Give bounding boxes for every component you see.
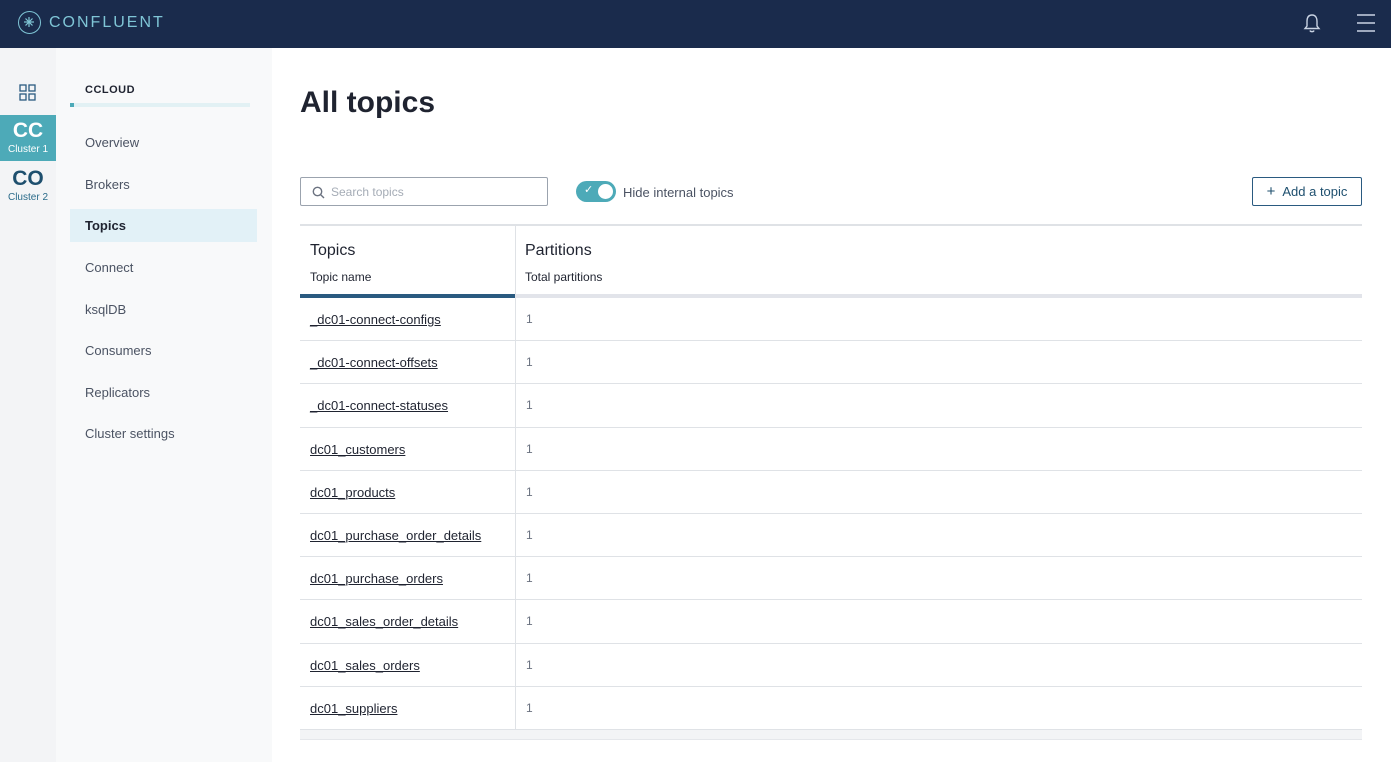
table-row[interactable]: dc01_products 1 xyxy=(300,471,1362,514)
column-subtitle: Topic name xyxy=(310,270,372,284)
page-title: All topics xyxy=(300,86,436,119)
topic-link[interactable]: dc01_purchase_orders xyxy=(310,571,443,586)
table-row[interactable]: _dc01-connect-statuses 1 xyxy=(300,384,1362,428)
hamburger-menu-icon[interactable] xyxy=(1356,12,1376,34)
partitions-column-header[interactable]: Partitions Total partitions xyxy=(525,242,602,284)
cluster-name: Cluster 1 xyxy=(7,144,48,155)
bell-icon[interactable] xyxy=(1302,12,1322,34)
table-body: _dc01-connect-configs 1 _dc01-connect-of… xyxy=(300,298,1362,730)
partitions-cell: 1 xyxy=(526,312,533,326)
table-row[interactable]: dc01_sales_orders 1 xyxy=(300,644,1362,687)
nav-item-connect[interactable]: Connect xyxy=(70,251,257,284)
add-topic-button[interactable]: + Add a topic xyxy=(1252,177,1362,206)
topic-link[interactable]: dc01_products xyxy=(310,485,395,500)
table-row[interactable]: dc01_purchase_orders 1 xyxy=(300,557,1362,601)
table-top-border xyxy=(300,224,1362,226)
nav-item-topics[interactable]: Topics xyxy=(70,209,257,242)
brand-name: CONFLUENT xyxy=(49,13,165,31)
nav-item-cluster-settings[interactable]: Cluster settings xyxy=(70,417,257,450)
confluent-logo[interactable]: CONFLUENT xyxy=(18,11,165,34)
topic-link[interactable]: _dc01-connect-offsets xyxy=(310,355,438,370)
partitions-cell: 1 xyxy=(526,484,533,499)
grid-icon[interactable] xyxy=(19,84,36,101)
topic-link[interactable]: dc01_sales_order_details xyxy=(310,614,458,629)
cluster-1-tile[interactable]: CC Cluster 1 xyxy=(0,115,56,161)
partitions-cell: 1 xyxy=(526,355,533,370)
nav-item-replicators[interactable]: Replicators xyxy=(70,376,257,409)
search-box[interactable] xyxy=(300,177,548,206)
cluster-nav-underline xyxy=(70,103,250,107)
search-input[interactable] xyxy=(331,182,541,202)
top-bar: CONFLUENT xyxy=(0,0,1391,48)
column-title: Partitions xyxy=(525,242,592,259)
cluster-name: Cluster 2 xyxy=(7,192,48,203)
partitions-cell: 1 xyxy=(526,700,533,715)
add-topic-label: Add a topic xyxy=(1282,184,1348,199)
toggle-knob xyxy=(598,184,613,199)
hide-internal-topics-label: Hide internal topics xyxy=(623,185,734,200)
partitions-cell: 1 xyxy=(526,527,533,542)
table-footer xyxy=(300,730,1362,740)
partitions-cell: 1 xyxy=(526,398,533,413)
confluent-logo-icon xyxy=(18,11,41,34)
table-row[interactable]: dc01_purchase_order_details 1 xyxy=(300,514,1362,558)
topics-column-header[interactable]: Topics Topic name xyxy=(310,242,371,284)
table-row[interactable]: dc01_sales_order_details 1 xyxy=(300,600,1362,644)
topic-link[interactable]: dc01_purchase_order_details xyxy=(310,528,481,543)
search-icon xyxy=(312,186,325,199)
table-row[interactable]: _dc01-connect-offsets 1 xyxy=(300,341,1362,385)
partitions-cell: 1 xyxy=(526,441,533,456)
column-subtitle: Total partitions xyxy=(525,270,603,284)
nav-item-consumers[interactable]: Consumers xyxy=(70,334,257,367)
hide-internal-topics-toggle[interactable]: ✓ xyxy=(576,181,616,202)
cluster-abbr: CC xyxy=(12,119,44,142)
table-row[interactable]: dc01_suppliers 1 xyxy=(300,687,1362,730)
nav-item-overview[interactable]: Overview xyxy=(70,126,257,159)
column-title: Topics xyxy=(310,242,356,259)
partitions-cell: 1 xyxy=(526,657,533,672)
cluster-rail: CC Cluster 1 CO Cluster 2 xyxy=(0,48,56,762)
check-icon: ✓ xyxy=(584,184,594,196)
cluster-abbr: CO xyxy=(12,167,44,190)
plus-icon: + xyxy=(1266,183,1276,200)
cluster-nav: CCLOUD Overview Brokers Topics Connect k… xyxy=(56,48,272,762)
topic-link[interactable]: dc01_suppliers xyxy=(310,701,397,716)
topic-link[interactable]: _dc01-connect-configs xyxy=(310,312,441,327)
nav-item-ksqldb[interactable]: ksqlDB xyxy=(70,293,257,326)
cluster-nav-title: CCLOUD xyxy=(85,84,136,96)
cluster-2-tile[interactable]: CO Cluster 2 xyxy=(0,163,56,209)
topic-link[interactable]: _dc01-connect-statuses xyxy=(310,398,448,413)
table-row[interactable]: dc01_customers 1 xyxy=(300,428,1362,471)
partitions-cell: 1 xyxy=(526,571,533,586)
topic-link[interactable]: dc01_sales_orders xyxy=(310,658,420,673)
partitions-cell: 1 xyxy=(526,614,533,629)
topic-link[interactable]: dc01_customers xyxy=(310,442,405,457)
nav-item-brokers[interactable]: Brokers xyxy=(70,168,257,201)
table-row[interactable]: _dc01-connect-configs 1 xyxy=(300,298,1362,342)
